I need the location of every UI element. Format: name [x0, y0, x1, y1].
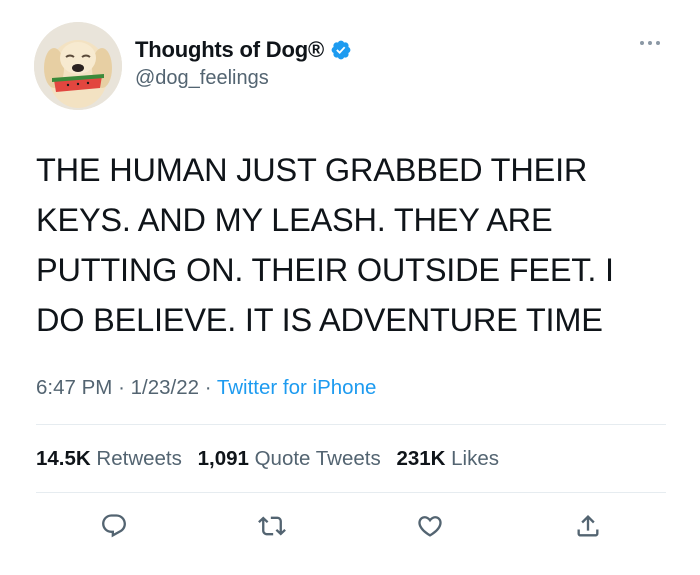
reply-icon [102, 514, 126, 538]
quote-tweets-stat[interactable]: 1,091 Quote Tweets [198, 447, 381, 470]
tweet-text: THE HUMAN JUST GRABBED THEIR KEYS. AND M… [36, 152, 614, 338]
separator: · [204, 376, 212, 399]
handle[interactable]: @dog_feelings [135, 67, 352, 90]
likes-count: 231K [396, 447, 446, 470]
likes-stat[interactable]: 231K Likes [396, 447, 499, 470]
retweet-icon [258, 516, 286, 536]
tweet-header: Thoughts of Dog® @dog_feelings [34, 22, 670, 112]
tweet-date[interactable]: 1/23/22 [131, 376, 199, 399]
likes-label: Likes [451, 447, 500, 470]
retweets-count: 14.5K [36, 447, 91, 470]
retweets-label: Retweets [96, 447, 182, 470]
retweets-stat[interactable]: 14.5K Retweets [36, 447, 182, 470]
share-icon [577, 515, 599, 537]
quotes-label: Quote Tweets [254, 447, 381, 470]
divider [36, 424, 666, 425]
quotes-count: 1,091 [197, 447, 249, 470]
reply-button[interactable] [96, 508, 132, 544]
author-names: Thoughts of Dog® @dog_feelings [135, 35, 352, 90]
dog-avatar-image [34, 22, 122, 110]
more-options-icon[interactable] [638, 38, 662, 48]
separator: · [118, 376, 125, 399]
verified-badge-icon [331, 40, 351, 60]
retweet-button[interactable] [254, 508, 290, 544]
like-button[interactable] [412, 508, 448, 544]
engagement-stats: 14.5K Retweets 1,091 Quote Tweets 231K L… [36, 447, 509, 471]
avatar[interactable] [34, 22, 122, 110]
divider [36, 492, 666, 493]
action-bar [36, 508, 666, 548]
tweet-metadata: 6:47 PM · 1/23/22 · Twitter for iPhone [36, 376, 376, 400]
display-name[interactable]: Thoughts of Dog® [135, 37, 324, 63]
display-name-row: Thoughts of Dog® [135, 35, 352, 65]
share-button[interactable] [570, 508, 606, 544]
tweet-source[interactable]: Twitter for iPhone [217, 376, 377, 399]
tweet-time[interactable]: 6:47 PM [36, 376, 112, 399]
heart-icon [418, 516, 442, 537]
